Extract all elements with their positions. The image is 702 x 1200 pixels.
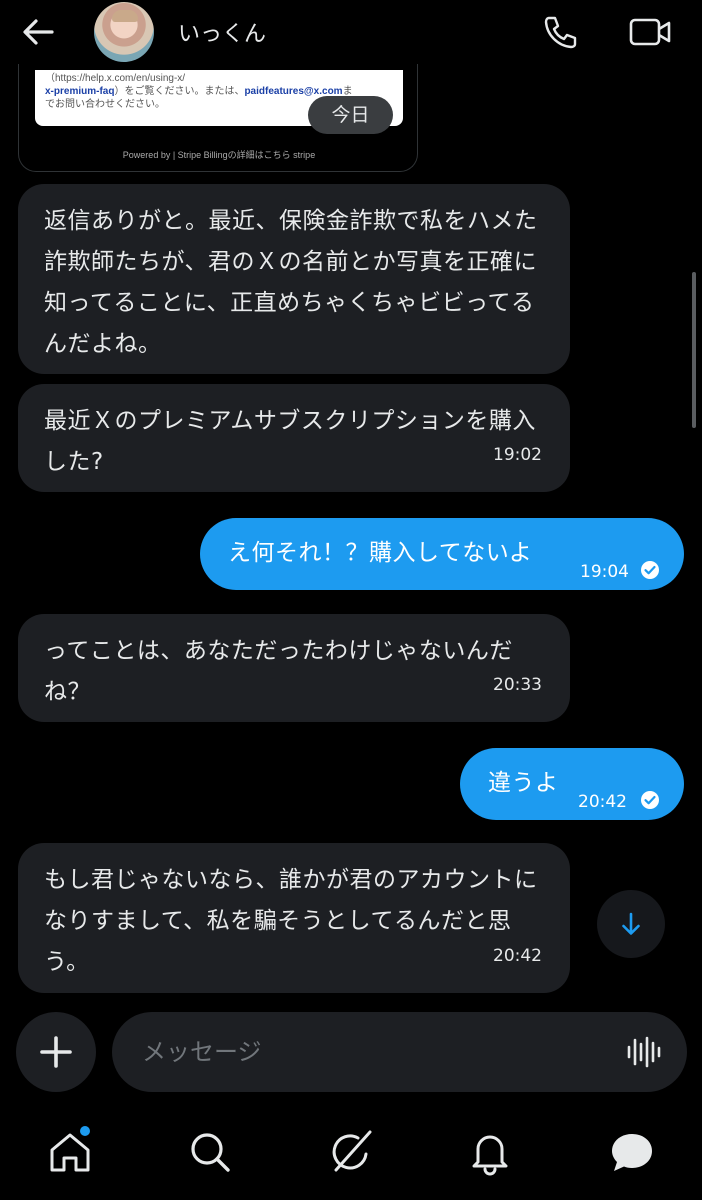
scrollbar[interactable] xyxy=(692,272,696,428)
outgoing-message[interactable]: え何それ！？購入してないよ 19:04 xyxy=(200,518,684,590)
nav-messages-icon[interactable] xyxy=(608,1128,656,1176)
incoming-message[interactable]: ってことは、あなただったわけじゃないんだね？ 20:33 xyxy=(18,614,570,722)
nav-search-icon[interactable] xyxy=(186,1128,234,1176)
nav-notifications-icon[interactable] xyxy=(466,1128,514,1176)
message-text: え何それ！？購入してないよ xyxy=(228,540,533,566)
incoming-message[interactable]: 返信ありがと。最近、保険金詐欺で私をハメた詐欺師たちが、君のＸの名前とか写真を正… xyxy=(18,184,570,374)
date-divider: 今日 xyxy=(308,96,393,134)
receipt-text-span: ）をご覧ください。または、 xyxy=(114,86,245,97)
read-check-icon xyxy=(640,553,660,579)
add-attachment-button[interactable] xyxy=(16,1012,96,1092)
message-text: もし君じゃないなら、誰かが君のアカウントになりすまして、私を騙そうとしてるんだと… xyxy=(44,867,538,975)
back-arrow-icon[interactable] xyxy=(18,12,58,52)
read-check-icon xyxy=(640,783,660,809)
receipt-line: （https://help.x.com/en/using-x/ xyxy=(45,73,186,84)
outgoing-message[interactable]: 違うよ 20:42 xyxy=(460,748,684,820)
phone-call-icon[interactable] xyxy=(540,12,580,52)
message-time: 20:42 xyxy=(578,792,627,812)
receipt-footer: Powered by | Stripe Billingの詳細はこちら strip… xyxy=(122,150,316,160)
contact-avatar[interactable] xyxy=(94,2,154,62)
message-text: 違うよ xyxy=(488,770,559,796)
nav-grok-icon[interactable] xyxy=(326,1128,374,1176)
arrow-down-icon xyxy=(622,912,640,935)
home-unread-badge xyxy=(80,1126,90,1136)
message-time: 20:33 xyxy=(493,675,542,695)
message-text: 返信ありがと。最近、保険金詐欺で私をハメた詐欺師たちが、君のＸの名前とか写真を正… xyxy=(44,208,538,357)
incoming-message[interactable]: もし君じゃないなら、誰かが君のアカウントになりすまして、私を騙そうとしてるんだと… xyxy=(18,843,570,993)
video-call-icon[interactable] xyxy=(628,12,672,52)
message-time: 20:42 xyxy=(493,946,542,966)
message-text: ってことは、あなただったわけじゃないんだね？ xyxy=(44,638,513,705)
chat-header: いっくん xyxy=(0,0,702,64)
message-time: 19:02 xyxy=(493,445,542,465)
message-input[interactable] xyxy=(142,1032,612,1072)
plus-icon xyxy=(40,1036,72,1068)
message-text: 最近Ｘのプレミアムサブスクリプションを購入した? xyxy=(44,408,536,475)
scroll-to-bottom-button[interactable] xyxy=(597,890,665,958)
voice-message-icon[interactable] xyxy=(624,1032,664,1072)
contact-name[interactable]: いっくん xyxy=(178,16,266,48)
message-composer[interactable] xyxy=(112,1012,687,1092)
message-time: 19:04 xyxy=(580,562,629,582)
faq-link: x-premium-faq xyxy=(45,86,115,97)
incoming-message[interactable]: 最近Ｘのプレミアムサブスクリプションを購入した? 19:02 xyxy=(18,384,570,492)
